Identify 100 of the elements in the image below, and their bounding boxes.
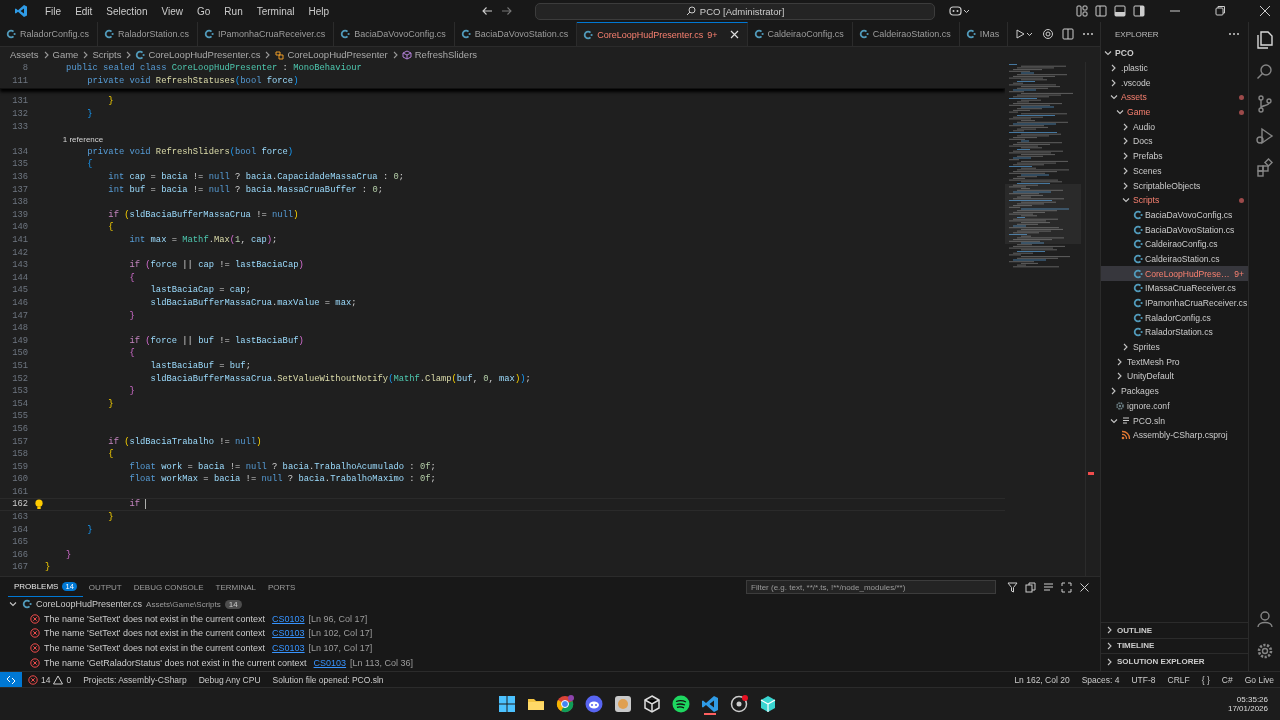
panel-tab[interactable]: PORTS [261, 577, 302, 597]
tree-item[interactable]: CaldeiraoConfig.cs [1101, 236, 1248, 252]
remote-button[interactable] [0, 672, 22, 687]
windows-logo-icon[interactable] [498, 695, 516, 713]
status-item[interactable]: CRLF [1161, 674, 1196, 685]
tree-item[interactable]: Assembly-CSharp.csproj [1101, 427, 1248, 443]
breadcrumb-item[interactable]: Game [52, 49, 79, 60]
panel-close-icon[interactable] [1079, 581, 1090, 593]
tree-item[interactable]: UnityDefault [1101, 369, 1248, 384]
panel-tab[interactable]: TERMINAL [209, 577, 262, 597]
run-icon[interactable] [1016, 29, 1034, 39]
run-debug-icon[interactable] [1254, 126, 1275, 146]
account-icon[interactable] [1254, 609, 1275, 629]
tree-item[interactable]: Scenes [1101, 163, 1248, 179]
code-lens-link[interactable]: 1 reference [45, 134, 104, 144]
status-item[interactable]: Debug Any CPU [192, 674, 267, 685]
breadcrumb-item[interactable]: CoreLoopHudPresenter [287, 49, 388, 60]
tree-item[interactable]: Scripts [1101, 192, 1248, 208]
editor-tab[interactable]: IMas [959, 22, 1009, 46]
menu-item[interactable]: Selection [99, 5, 155, 17]
status-item[interactable]: Spaces: 4 [1075, 674, 1126, 685]
tree-item[interactable]: .plastic [1101, 60, 1248, 76]
tree-item[interactable]: IMassaCruaReceiver.cs [1101, 281, 1248, 296]
menu-item[interactable]: View [154, 5, 190, 17]
editor-tab[interactable]: CaldeiraoConfig.cs [747, 22, 853, 46]
status-item[interactable]: Solution file opened: PCO.sln [266, 674, 390, 685]
error-code-link[interactable]: CS0103 [272, 628, 305, 639]
sidebar-section-header[interactable]: SOLUTION EXPLORER [1101, 653, 1248, 669]
forward-arrow-icon[interactable] [501, 6, 514, 16]
tree-item[interactable]: PCO [1101, 46, 1248, 61]
status-item[interactable]: Go Live [1238, 674, 1280, 685]
tree-item[interactable]: BaciaDaVovoStation.cs [1101, 222, 1248, 237]
secondary-sidebar-icon[interactable] [1133, 5, 1145, 17]
tree-item[interactable]: RaladorStation.cs [1101, 325, 1248, 340]
panel-toggle-icon[interactable] [1114, 5, 1126, 17]
maximize-icon[interactable] [1061, 581, 1072, 593]
tree-item[interactable]: CoreLoopHudPrese… 9+ [1101, 266, 1248, 281]
files-icon[interactable] [1254, 30, 1275, 50]
error-code-link[interactable]: CS0103 [272, 643, 305, 654]
menu-item[interactable]: Terminal [249, 5, 302, 17]
editor-tab[interactable]: BaciaDaVovoConfig.cs [334, 22, 455, 46]
status-item[interactable]: UTF-8 [1125, 674, 1162, 685]
status-item[interactable]: { } [1195, 674, 1216, 685]
tree-item[interactable]: BaciaDaVovoConfig.cs [1101, 207, 1248, 223]
problem-message[interactable]: The name 'SetText' does not exist in the current context [44, 613, 266, 624]
problem-message[interactable]: The name 'SetText' does not exist in the current context [44, 643, 266, 654]
tree-item[interactable]: .vscode [1101, 75, 1248, 91]
menu-item[interactable]: Help [301, 5, 337, 17]
tree-item[interactable]: TextMesh Pro [1101, 354, 1248, 370]
tree-item[interactable]: Docs [1101, 134, 1248, 149]
command-center-field[interactable]: PCO [Administrator] [535, 2, 936, 20]
sidebar-section-header[interactable]: TIMELINE [1101, 637, 1248, 654]
tree-item[interactable]: RaladorConfig.cs [1101, 310, 1248, 326]
browser-icon[interactable] [556, 695, 574, 713]
problem-message[interactable]: The name 'SetText' does not exist in the current context [44, 628, 266, 639]
sidebar-toggle-icon[interactable] [1095, 5, 1107, 17]
problems-status[interactable]: 14 0 [22, 674, 78, 685]
recorder-icon[interactable] [730, 695, 748, 713]
menu-item[interactable]: Edit [68, 5, 100, 17]
editor-tab[interactable]: CaldeiraoStation.cs [852, 22, 960, 46]
lightbulb-icon[interactable] [34, 499, 44, 510]
clock-date[interactable]: 17/01/2026 [1227, 704, 1268, 713]
copy-icon[interactable] [1025, 581, 1036, 593]
menu-item[interactable]: File [38, 5, 69, 17]
breadcrumb-item[interactable]: Assets [10, 49, 39, 60]
tree-item[interactable]: Prefabs [1101, 148, 1248, 164]
clock-time[interactable]: 05:35:26 [1236, 695, 1268, 704]
tree-item[interactable]: ignore.conf [1101, 398, 1248, 414]
cube-app-icon[interactable] [759, 695, 777, 713]
list-icon[interactable] [1043, 581, 1054, 593]
panel-tab[interactable]: DEBUG CONSOLE [127, 577, 210, 597]
editor-tab[interactable]: RaladorStation.cs [98, 22, 199, 46]
extensions-icon[interactable] [1254, 158, 1275, 178]
error-code-link[interactable]: CS0103 [313, 657, 347, 668]
filter-field[interactable]: Filter (e.g. text, **/*.ts, !**/node_modules/**) [746, 580, 996, 594]
tree-item[interactable]: ScriptableObjects [1101, 178, 1248, 193]
tree-item[interactable]: IPamonhaCruaReceiver.cs [1101, 295, 1248, 311]
status-item[interactable]: C# [1215, 674, 1239, 685]
layout-icon[interactable] [1076, 5, 1088, 17]
code-editor-icon[interactable] [701, 695, 719, 713]
tree-item[interactable]: PCO.sln [1101, 413, 1248, 428]
breadcrumb-item[interactable]: Scripts [92, 49, 122, 60]
tree-item[interactable]: Sprites [1101, 339, 1248, 355]
tree-item[interactable]: Audio [1101, 119, 1248, 135]
tree-item[interactable]: CaldeiraoStation.cs [1101, 251, 1248, 267]
status-item[interactable]: Projects: Assembly-CSharp [77, 674, 193, 685]
status-item[interactable]: Ln 162, Col 20 [1008, 674, 1076, 685]
problem-file-name[interactable]: CoreLoopHudPresenter.cs [36, 599, 143, 610]
sidebar-section-header[interactable]: OUTLINE [1101, 621, 1248, 638]
split-editor-icon[interactable] [1062, 28, 1074, 40]
music-app-icon[interactable] [672, 695, 690, 713]
menu-item[interactable]: Run [217, 5, 250, 17]
breadcrumb-item[interactable]: RefreshSliders [414, 49, 478, 60]
tree-item[interactable]: Game [1101, 104, 1248, 120]
menu-item[interactable]: Go [190, 5, 218, 17]
chat-app-icon[interactable] [585, 695, 603, 713]
editor-tab[interactable]: IPamonhaCruaReceiver.cs [198, 22, 335, 46]
error-code-link[interactable]: CS0103 [272, 613, 305, 624]
panel-tab[interactable]: OUTPUT [82, 577, 128, 597]
tab-close-icon[interactable] [729, 30, 739, 39]
